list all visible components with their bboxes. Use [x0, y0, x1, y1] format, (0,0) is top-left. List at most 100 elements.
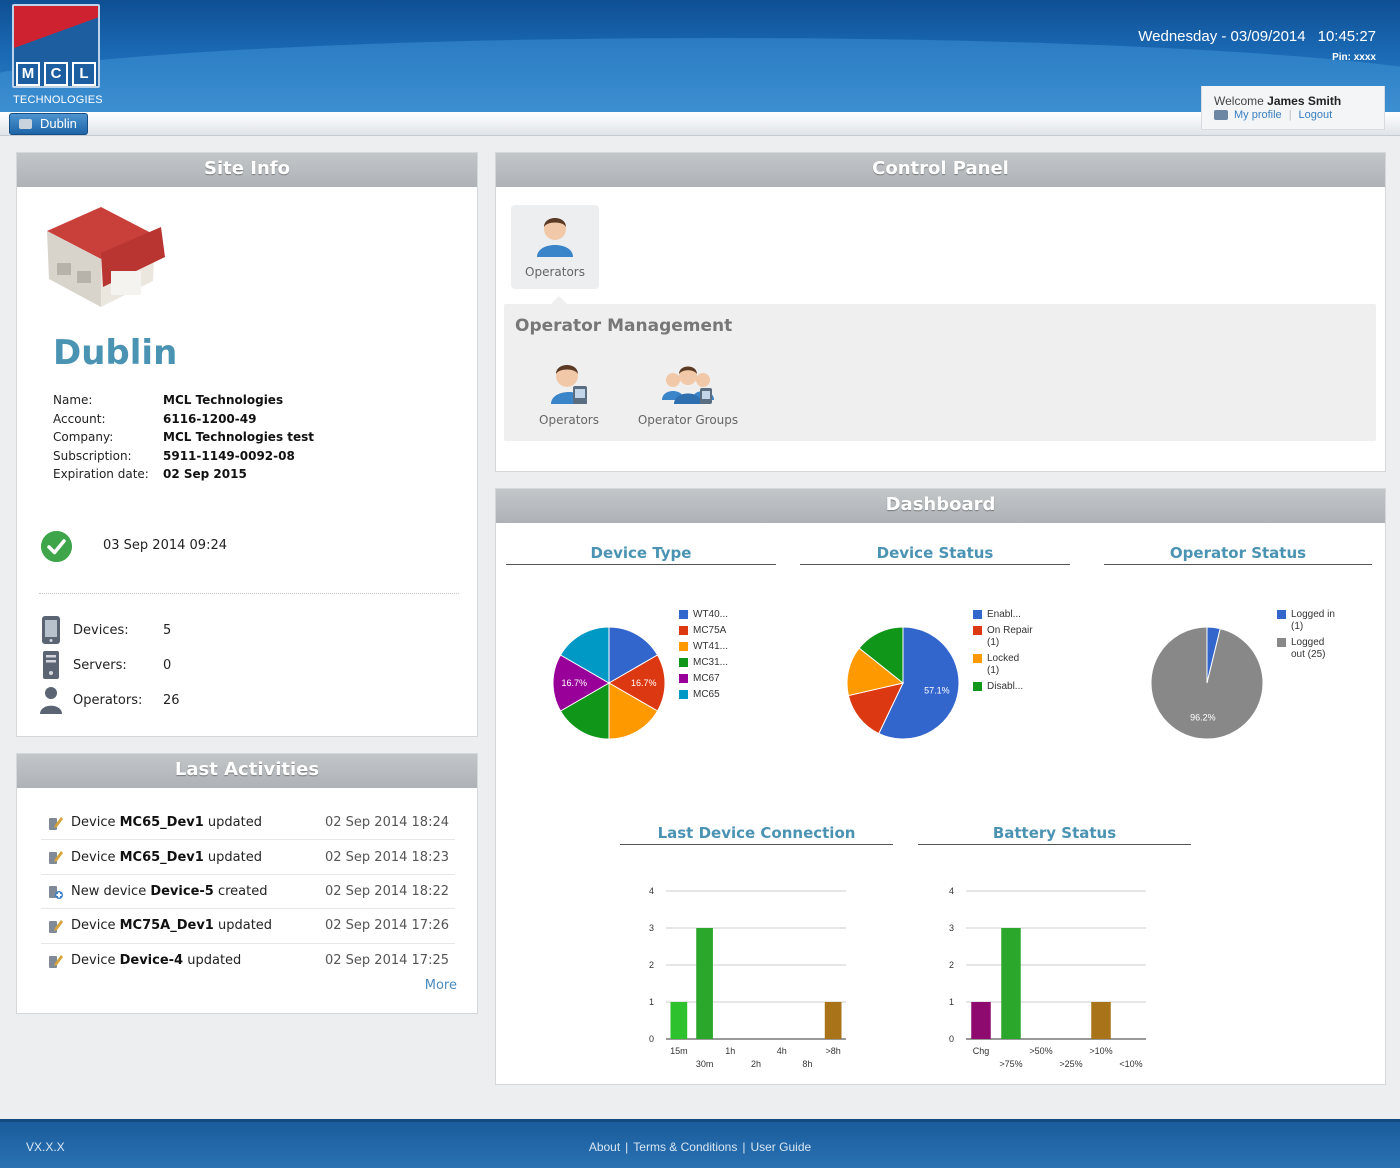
- list-item[interactable]: New device Device-5 created 02 Sep 2014 …: [41, 875, 455, 910]
- legend-swatch: [973, 626, 982, 635]
- x-tick-label: 1h: [725, 1046, 735, 1056]
- activity-date: 02 Sep 2014 18:23: [325, 849, 449, 865]
- legend-label: WT40...: [693, 609, 729, 620]
- legend-label: Disabl...: [987, 681, 1024, 692]
- field-value: 6116-1200-49: [163, 411, 257, 426]
- legend-label: MC75A: [693, 625, 727, 636]
- building-icon: [47, 207, 165, 307]
- legend-swatch: [679, 642, 688, 651]
- logout-link[interactable]: Logout: [1299, 109, 1333, 121]
- logo-letter: L: [72, 62, 96, 86]
- site-name: Dublin: [53, 333, 178, 373]
- battery-status-bar-chart: 0 1 2 3 4 Chg >75% >50% >25% >10% <10%: [949, 886, 1146, 1069]
- legend-swatch: [973, 654, 982, 663]
- app-header: M C L TECHNOLOGIES Wednesday - 03/09/201…: [0, 0, 1400, 112]
- x-tick-label: 15m: [670, 1046, 688, 1056]
- sub-toolbar: [0, 112, 1400, 136]
- y-tick-label: 0: [649, 1034, 654, 1044]
- operator-groups-button[interactable]: Operator Groups: [636, 358, 740, 427]
- pie-data-label: 96.2%: [1190, 712, 1216, 722]
- list-item[interactable]: Device MC65_Dev1 updated 02 Sep 2014 18:…: [41, 840, 455, 875]
- pin-label: Pin: xxxx: [1332, 52, 1376, 63]
- welcome-prefix: Welcome: [1214, 94, 1264, 108]
- field-label: Account:: [53, 411, 106, 426]
- bar: [824, 1002, 842, 1039]
- field-value: 02 Sep 2015: [163, 467, 247, 482]
- operators-tile[interactable]: Operators: [511, 205, 599, 289]
- operator-avatar-icon: [537, 218, 573, 257]
- activity-suffix: updated: [203, 849, 262, 865]
- stat-value: 26: [163, 692, 180, 708]
- legend-label: WT41...: [693, 641, 729, 652]
- activity-date: 02 Sep 2014 18:22: [325, 883, 449, 899]
- mcl-logo: M C L: [12, 4, 100, 88]
- activity-list: Device MC65_Dev1 updated 02 Sep 2014 18:…: [41, 806, 455, 978]
- about-link[interactable]: About: [589, 1140, 620, 1154]
- user-guide-link[interactable]: User Guide: [750, 1140, 811, 1154]
- site-info-title: Site Info: [17, 153, 477, 187]
- operator-groups-icon: [662, 366, 714, 404]
- stat-operators: Operators: 26: [39, 685, 180, 715]
- stat-label: Operators:: [73, 692, 143, 708]
- header-wave: [0, 38, 1400, 112]
- header-time: 10:45:27: [1317, 28, 1376, 45]
- operator-status-title: Operator Status: [1104, 541, 1372, 565]
- activity-date: 02 Sep 2014 17:26: [325, 918, 449, 934]
- device-type-title: Device Type: [506, 541, 776, 565]
- activity-prefix: New device: [71, 883, 151, 899]
- device-type-pie-chart: 16.7% 16.7%: [552, 626, 666, 740]
- more-link[interactable]: More: [425, 978, 457, 993]
- operator-status-legend: Logged in (1) Logged out (25): [1277, 609, 1339, 665]
- stat-value: 0: [163, 657, 172, 673]
- legend-item: MC31...: [679, 657, 749, 669]
- legend-label: On Repair (1): [987, 625, 1033, 648]
- activity-prefix: Device: [71, 849, 120, 865]
- legend-item: Locked (1): [973, 653, 1033, 677]
- legend-swatch: [1277, 610, 1286, 619]
- footer-links: About | Terms & Conditions | User Guide: [588, 1140, 812, 1154]
- edit-device-icon: [49, 816, 63, 830]
- legend-item: WT40...: [679, 609, 749, 621]
- x-tick-label: >25%: [1059, 1059, 1082, 1069]
- x-tick-label: >50%: [1029, 1046, 1052, 1056]
- check-icon: [41, 531, 72, 562]
- profile-icon: [1214, 110, 1228, 120]
- last-activities-panel: Last Activities Device MC65_Dev1 updated…: [16, 753, 478, 1014]
- activity-device: MC65_Dev1: [119, 849, 204, 865]
- field-label: Subscription:: [53, 448, 132, 463]
- dashboard-panel: Dashboard Device Type Device Status Oper…: [495, 488, 1386, 1085]
- terms-link[interactable]: Terms & Conditions: [633, 1140, 737, 1154]
- y-tick-label: 3: [649, 923, 654, 933]
- user-name: James Smith: [1267, 94, 1342, 108]
- bar: [971, 1002, 991, 1039]
- operators-icon: [551, 365, 587, 404]
- site-dublin-button[interactable]: Dublin: [9, 113, 88, 135]
- stat-label: Devices:: [73, 622, 129, 638]
- field-value: 5911-1149-0092-08: [163, 448, 295, 463]
- activity-suffix: created: [213, 883, 268, 899]
- last-activities-title: Last Activities: [17, 754, 477, 788]
- pie-data-label: 16.7%: [562, 678, 588, 688]
- operators-button[interactable]: Operators: [534, 358, 604, 427]
- device-icon: [42, 616, 60, 644]
- activity-prefix: Device: [71, 815, 120, 831]
- legend-swatch: [973, 610, 982, 619]
- divider: [39, 593, 459, 594]
- x-tick-label: Chg: [973, 1046, 990, 1056]
- list-item[interactable]: Device Device-4 updated 02 Sep 2014 17:2…: [41, 944, 455, 978]
- server-icon: [43, 651, 59, 679]
- operator-management-title: Operator Management: [515, 316, 733, 336]
- logo-subtitle: TECHNOLOGIES: [13, 94, 103, 106]
- x-tick-label: 30m: [696, 1059, 714, 1069]
- legend-swatch: [973, 682, 982, 691]
- bar: [1091, 1002, 1111, 1039]
- y-tick-label: 3: [949, 923, 954, 933]
- legend-swatch: [679, 658, 688, 667]
- field-value: MCL Technologies: [163, 393, 284, 407]
- list-item[interactable]: Device MC65_Dev1 updated 02 Sep 2014 18:…: [41, 806, 455, 841]
- my-profile-link[interactable]: My profile: [1234, 109, 1282, 121]
- pie-data-label: 16.7%: [631, 678, 657, 688]
- list-item[interactable]: Device MC75A_Dev1 updated 02 Sep 2014 17…: [41, 909, 455, 944]
- y-tick-label: 1: [649, 997, 654, 1007]
- header-datetime: Wednesday - 03/09/2014 10:45:27: [1138, 28, 1376, 45]
